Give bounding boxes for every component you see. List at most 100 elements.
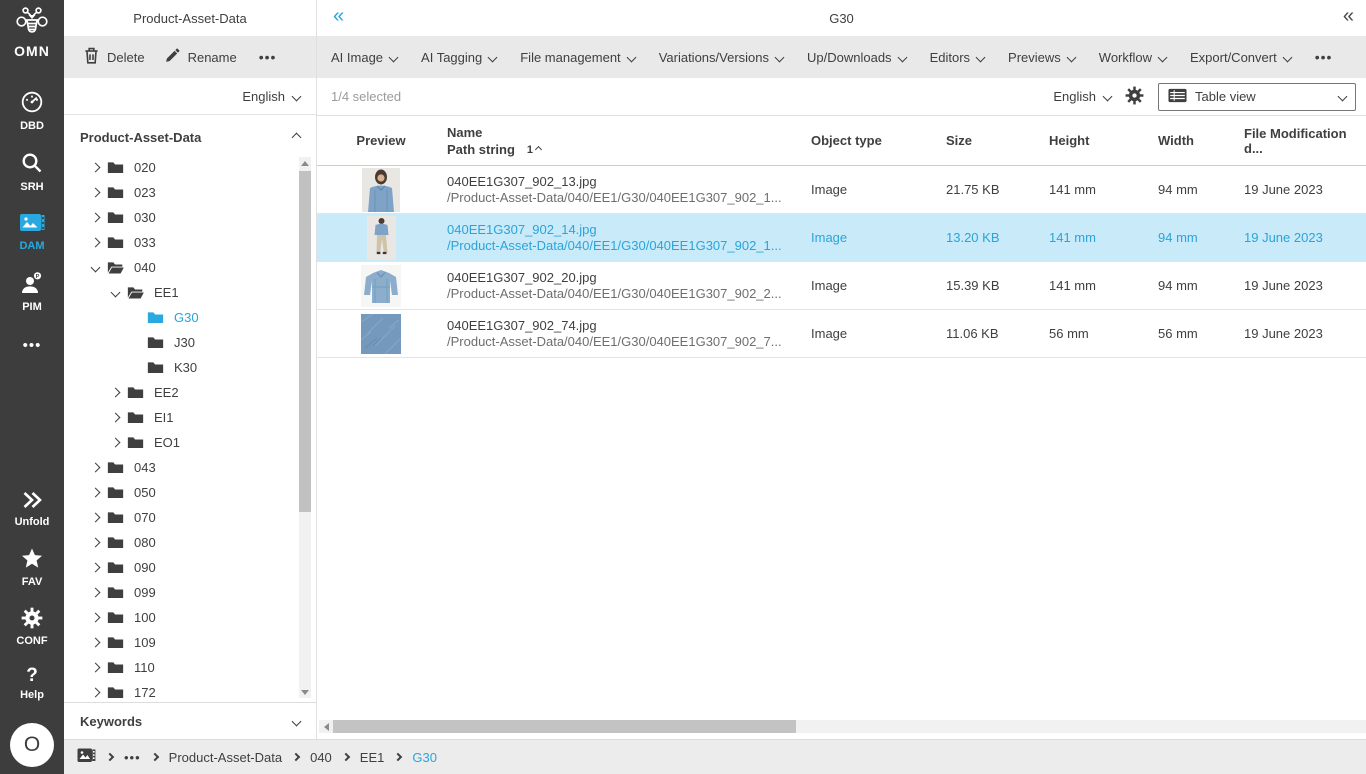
asset-browser-icon[interactable] bbox=[77, 747, 96, 767]
menu-previews[interactable]: Previews bbox=[1008, 50, 1075, 65]
tree-scrollbar[interactable] bbox=[299, 157, 311, 698]
tree-item-110[interactable]: 110 bbox=[64, 655, 316, 680]
panel-language-select[interactable]: English bbox=[64, 78, 316, 115]
tree-item-j30[interactable]: J30 bbox=[64, 330, 316, 355]
collapse-right-panel-button[interactable]: « bbox=[1343, 6, 1354, 26]
rail-item-dam[interactable]: DAM bbox=[19, 212, 45, 252]
panel-toolbar-more-button[interactable]: ••• bbox=[251, 45, 285, 69]
menu-workflow[interactable]: Workflow bbox=[1099, 50, 1166, 65]
column-header-modified[interactable]: File Modification d... bbox=[1244, 126, 1366, 156]
menu-up-downloads[interactable]: Up/Downloads bbox=[807, 50, 906, 65]
tree-scrollbar-thumb[interactable] bbox=[299, 171, 311, 512]
tree-item-020[interactable]: 020 bbox=[64, 155, 316, 180]
rail-more-button[interactable]: ••• bbox=[23, 337, 42, 354]
tree-item-ee1[interactable]: EE1 bbox=[64, 280, 316, 305]
tree-item-033[interactable]: 033 bbox=[64, 230, 316, 255]
scroll-down-arrow[interactable] bbox=[299, 686, 311, 698]
rail-item-conf[interactable]: CONF bbox=[16, 607, 47, 647]
column-header-name-path[interactable]: Name Path string 1 bbox=[431, 124, 811, 158]
menu-export-convert[interactable]: Export/Convert bbox=[1190, 50, 1291, 65]
tree-item-040[interactable]: 040 bbox=[64, 255, 316, 280]
menu-file-management[interactable]: File management bbox=[520, 50, 634, 65]
table-row-selected[interactable]: 040EE1G307_902_14.jpg /Product-Asset-Dat… bbox=[317, 214, 1366, 262]
keywords-section-header[interactable]: Keywords bbox=[64, 702, 316, 739]
tree-root[interactable]: Product-Asset-Data bbox=[64, 121, 316, 153]
image-width: 94 mm bbox=[1158, 182, 1244, 197]
column-header-width[interactable]: Width bbox=[1158, 133, 1244, 148]
collapse-left-panel-button[interactable]: « bbox=[333, 6, 344, 26]
breadcrumb-item-ee1[interactable]: EE1 bbox=[360, 750, 385, 765]
tree-item-109[interactable]: 109 bbox=[64, 630, 316, 655]
tree-item-g30-selected[interactable]: G30 bbox=[64, 305, 316, 330]
column-header-preview[interactable]: Preview bbox=[356, 133, 405, 148]
tree-item-099[interactable]: 099 bbox=[64, 580, 316, 605]
breadcrumb-item-040[interactable]: 040 bbox=[310, 750, 332, 765]
column-header-size[interactable]: Size bbox=[946, 133, 1049, 148]
scroll-left-arrow[interactable] bbox=[319, 723, 333, 731]
settings-gear-icon[interactable] bbox=[1125, 86, 1144, 108]
expand-chevron-icon[interactable] bbox=[108, 386, 122, 400]
tree-item-080[interactable]: 080 bbox=[64, 530, 316, 555]
horizontal-scrollbar[interactable] bbox=[319, 720, 1366, 733]
expand-chevron-icon[interactable] bbox=[88, 536, 102, 550]
tree-item-023[interactable]: 023 bbox=[64, 180, 316, 205]
expand-chevron-icon[interactable] bbox=[88, 561, 102, 575]
tree-item-k30[interactable]: K30 bbox=[64, 355, 316, 380]
horizontal-scrollbar-thumb[interactable] bbox=[333, 720, 796, 733]
expand-chevron-icon[interactable] bbox=[108, 436, 122, 450]
expand-chevron-icon[interactable] bbox=[88, 636, 102, 650]
scroll-up-arrow[interactable] bbox=[299, 157, 311, 169]
tree-item-030[interactable]: 030 bbox=[64, 205, 316, 230]
breadcrumb-item-root[interactable]: Product-Asset-Data bbox=[169, 750, 282, 765]
expand-chevron-icon[interactable] bbox=[88, 236, 102, 250]
avatar[interactable]: O bbox=[10, 723, 54, 767]
expand-chevron-icon[interactable] bbox=[88, 461, 102, 475]
menu-variations-versions[interactable]: Variations/Versions bbox=[659, 50, 783, 65]
tree-item-ee2[interactable]: EE2 bbox=[64, 380, 316, 405]
rail-item-label: SRH bbox=[20, 181, 43, 193]
tree-item-050[interactable]: 050 bbox=[64, 480, 316, 505]
expand-chevron-icon[interactable] bbox=[88, 586, 102, 600]
table-row[interactable]: 040EE1G307_902_20.jpg /Product-Asset-Dat… bbox=[317, 262, 1366, 310]
expand-chevron-icon[interactable] bbox=[88, 211, 102, 225]
tree-item-ei1[interactable]: EI1 bbox=[64, 405, 316, 430]
view-mode-select[interactable]: Table view bbox=[1158, 83, 1356, 111]
rail-item-dbd[interactable]: DBD bbox=[20, 90, 44, 132]
breadcrumb-item-g30-current[interactable]: G30 bbox=[412, 750, 437, 765]
expand-chevron-icon[interactable] bbox=[88, 661, 102, 675]
tree-item-eo1[interactable]: EO1 bbox=[64, 430, 316, 455]
tree-item-100[interactable]: 100 bbox=[64, 605, 316, 630]
expand-chevron-icon[interactable] bbox=[88, 161, 102, 175]
collapse-chevron-icon[interactable] bbox=[108, 286, 122, 300]
rail-item-help[interactable]: ? Help bbox=[20, 666, 44, 701]
expand-chevron-icon[interactable] bbox=[88, 186, 102, 200]
folder-icon bbox=[147, 311, 164, 324]
rail-item-unfold[interactable]: Unfold bbox=[15, 490, 50, 528]
rail-item-srh[interactable]: SRH bbox=[20, 151, 44, 193]
tree-item-172[interactable]: 172 bbox=[64, 680, 316, 702]
menu-editors[interactable]: Editors bbox=[930, 50, 984, 65]
expand-chevron-icon[interactable] bbox=[108, 411, 122, 425]
omn-logo[interactable]: OMN bbox=[13, 6, 51, 59]
tree-item-043[interactable]: 043 bbox=[64, 455, 316, 480]
rail-item-pim[interactable]: P PIM bbox=[19, 271, 45, 313]
table-row[interactable]: 040EE1G307_902_74.jpg /Product-Asset-Dat… bbox=[317, 310, 1366, 358]
expand-chevron-icon[interactable] bbox=[88, 511, 102, 525]
table-row[interactable]: 040EE1G307_902_13.jpg /Product-Asset-Dat… bbox=[317, 166, 1366, 214]
expand-chevron-icon[interactable] bbox=[88, 611, 102, 625]
column-header-height[interactable]: Height bbox=[1049, 133, 1158, 148]
menu-ai-tagging[interactable]: AI Tagging bbox=[421, 50, 496, 65]
menu-more-button[interactable]: ••• bbox=[1315, 49, 1333, 65]
rename-button[interactable]: Rename bbox=[159, 44, 243, 70]
main-language-select[interactable]: English bbox=[1053, 89, 1111, 104]
expand-chevron-icon[interactable] bbox=[88, 686, 102, 700]
rail-item-fav[interactable]: FAV bbox=[20, 547, 44, 588]
menu-ai-image[interactable]: AI Image bbox=[331, 50, 397, 65]
expand-chevron-icon[interactable] bbox=[88, 486, 102, 500]
tree-item-090[interactable]: 090 bbox=[64, 555, 316, 580]
column-header-object-type[interactable]: Object type bbox=[811, 133, 946, 148]
delete-button[interactable]: Delete bbox=[78, 43, 151, 71]
breadcrumb-collapsed-button[interactable]: ••• bbox=[124, 750, 141, 765]
collapse-chevron-icon[interactable] bbox=[88, 261, 102, 275]
tree-item-070[interactable]: 070 bbox=[64, 505, 316, 530]
